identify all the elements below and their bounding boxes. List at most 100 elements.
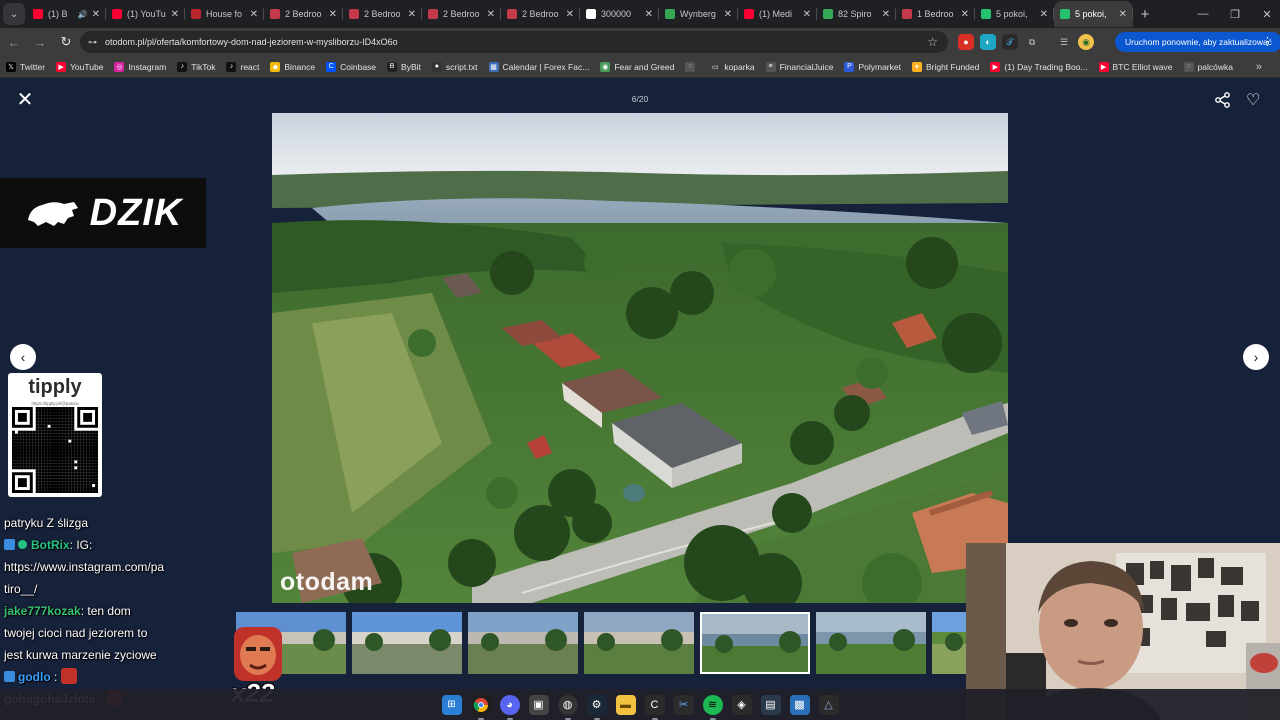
new-tab-button[interactable]: + bbox=[1133, 6, 1157, 23]
share-icon[interactable] bbox=[1214, 92, 1232, 108]
bookmark-item[interactable]: ▶ YouTube bbox=[56, 61, 103, 72]
file-explorer-icon[interactable]: ▬ bbox=[615, 694, 636, 715]
minimize-icon[interactable]: — bbox=[1187, 0, 1219, 28]
reading-list-icon[interactable]: ☰ bbox=[1056, 34, 1072, 50]
tab-close-icon[interactable]: ✕ bbox=[645, 9, 653, 20]
app-icon[interactable]: ◈ bbox=[731, 694, 752, 715]
bookmark-item[interactable]: ◌ palcówka bbox=[1183, 61, 1233, 72]
favorite-heart-icon[interactable]: ♡ bbox=[1246, 90, 1260, 110]
tab-close-icon[interactable]: ✕ bbox=[961, 9, 969, 20]
browser-tab[interactable]: 2 Bedroo ✕ bbox=[501, 1, 580, 27]
bookmark-item[interactable]: 𝕏 Twitter bbox=[6, 61, 45, 72]
bookmark-item[interactable]: P Polymarket bbox=[844, 61, 901, 72]
obs-icon[interactable]: ◍ bbox=[557, 694, 578, 720]
pen-icon[interactable]: △ bbox=[818, 694, 839, 715]
browser-tab[interactable]: Wynberg ✕ bbox=[659, 1, 738, 27]
tab-close-icon[interactable]: ✕ bbox=[171, 9, 179, 20]
bookmark-item[interactable]: ▭ koparka bbox=[710, 61, 755, 72]
profile-avatar[interactable]: ◉ bbox=[1078, 34, 1094, 50]
photos-icon[interactable]: ▩ bbox=[789, 694, 810, 715]
browser-tab[interactable]: 300000 ✕ bbox=[580, 1, 659, 27]
bookmark-item[interactable]: B ByBit bbox=[387, 61, 421, 72]
chat-username[interactable]: jake777kozak bbox=[4, 604, 81, 618]
browser-tab[interactable]: 2 Bedroo ✕ bbox=[264, 1, 343, 27]
bookmark-item[interactable]: ◆ Binance bbox=[270, 61, 315, 72]
bookmark-item[interactable]: ● script.txt bbox=[431, 61, 478, 72]
tab-search-button[interactable]: ⌄ bbox=[3, 3, 25, 25]
thumbnail-strip bbox=[236, 612, 966, 676]
tab-close-icon[interactable]: ✕ bbox=[487, 9, 495, 20]
thumbnail-2[interactable] bbox=[352, 612, 462, 674]
extension-trading-icon[interactable]: 𝒯 bbox=[1002, 34, 1018, 50]
bookmark-item[interactable]: ✦ Bright Funded bbox=[911, 61, 979, 72]
browser-tab[interactable]: 5 pokoi, ✕ bbox=[1054, 1, 1133, 27]
extension-blue-icon[interactable]: ◐ bbox=[980, 34, 996, 50]
windows-start-icon[interactable]: ⊞ bbox=[441, 694, 462, 715]
browser-tab[interactable]: (1) YouTu ✕ bbox=[106, 1, 185, 27]
bookmark-item[interactable]: C Coinbase bbox=[326, 61, 376, 72]
bookmark-item[interactable]: ◉ Fear and Greed bbox=[600, 61, 674, 72]
browser-tab[interactable]: 2 Bedroo ✕ bbox=[422, 1, 501, 27]
media-icon[interactable]: ▣ bbox=[528, 694, 549, 715]
bookmark-item[interactable]: ▶ (1) Day Trading Boo... bbox=[990, 61, 1088, 72]
tab-close-icon[interactable]: ✕ bbox=[1040, 9, 1048, 20]
thumbnail-7[interactable] bbox=[932, 612, 966, 674]
tab-close-icon[interactable]: ✕ bbox=[882, 9, 890, 20]
browser-tab[interactable]: (1) Medi ✕ bbox=[738, 1, 817, 27]
tab-close-icon[interactable]: ✕ bbox=[566, 9, 574, 20]
tab-close-icon[interactable]: ✕ bbox=[408, 9, 416, 20]
bookmarks-overflow-icon[interactable]: » bbox=[1256, 61, 1262, 73]
close-window-icon[interactable]: ✕ bbox=[1251, 0, 1280, 28]
close-gallery-icon[interactable]: ✕ bbox=[14, 90, 36, 112]
tab-close-icon[interactable]: ✕ bbox=[1119, 9, 1127, 20]
tab-audio-icon[interactable]: 🔊 bbox=[78, 10, 88, 19]
thumbnail-5[interactable] bbox=[700, 612, 810, 674]
url-text[interactable]: otodom.pl/pl/oferta/komfortowy-dom-nad-j… bbox=[105, 37, 398, 47]
bookmark-item[interactable]: ♪ TikTok bbox=[177, 61, 215, 72]
chat-username[interactable]: BotRix bbox=[31, 538, 70, 552]
discord-icon[interactable]: ◕ bbox=[499, 694, 520, 720]
chrome-icon[interactable] bbox=[470, 694, 491, 720]
thumbnail-6[interactable] bbox=[816, 612, 926, 674]
tab-close-icon[interactable]: ✕ bbox=[724, 9, 732, 20]
tab-close-icon[interactable]: ✕ bbox=[329, 9, 337, 20]
thumbnail-3[interactable] bbox=[468, 612, 578, 674]
browser-tab[interactable]: 2 Bedroo ✕ bbox=[343, 1, 422, 27]
tool-icon[interactable]: ✂ bbox=[673, 694, 694, 715]
reload-icon[interactable]: ↻ bbox=[54, 30, 78, 54]
bookmark-item[interactable]: ◎ Instagram bbox=[114, 61, 166, 72]
extension-red-icon[interactable]: ● bbox=[958, 34, 974, 50]
main-photo[interactable]: otodam bbox=[272, 113, 1008, 603]
menu-kebab-icon[interactable]: ⋮ bbox=[1262, 35, 1273, 48]
bookmark-star-icon[interactable]: ☆ bbox=[927, 35, 938, 49]
bookmark-item[interactable]: ▶ BTC Elliot wave bbox=[1098, 61, 1173, 72]
steam-icon[interactable]: ⚙ bbox=[586, 694, 607, 720]
tab-close-icon[interactable]: ✕ bbox=[250, 9, 258, 20]
qr-code-icon bbox=[12, 407, 98, 493]
browser-tab[interactable]: 82 Spiro ✕ bbox=[817, 1, 896, 27]
address-bar[interactable]: ⊶ otodom.pl/pl/oferta/komfortowy-dom-nad… bbox=[80, 31, 948, 53]
next-photo-button[interactable]: › bbox=[1243, 344, 1269, 370]
update-button[interactable]: Uruchom ponownie, aby zaktualizować bbox=[1115, 32, 1280, 52]
spotify-icon[interactable]: ≋ bbox=[702, 694, 723, 720]
browser-tab[interactable]: House fo ✕ bbox=[185, 1, 264, 27]
tab-close-icon[interactable]: ✕ bbox=[92, 9, 100, 20]
chat-username[interactable]: godlo bbox=[18, 670, 51, 684]
forward-icon[interactable]: → bbox=[28, 30, 52, 54]
bookmark-item[interactable]: ≡ FinancialJuice bbox=[765, 61, 833, 72]
thumbnail-4[interactable] bbox=[584, 612, 694, 674]
ccleaner-icon[interactable]: C bbox=[644, 694, 665, 720]
bookmark-item[interactable]: ♪ react bbox=[226, 61, 259, 72]
back-icon[interactable]: ← bbox=[2, 30, 26, 54]
bookmark-item[interactable]: ▦ Calendar | Forex Fac... bbox=[488, 61, 589, 72]
previous-photo-button[interactable]: ‹ bbox=[10, 344, 36, 370]
browser-tab[interactable]: 1 Bedroo ✕ bbox=[896, 1, 975, 27]
browser-tab[interactable]: (1) B 🔊 ✕ bbox=[27, 1, 106, 27]
extensions-puzzle-icon[interactable]: ⧉ bbox=[1024, 34, 1040, 50]
browser-tab[interactable]: 5 pokoi, ✕ bbox=[975, 1, 1054, 27]
site-info-icon[interactable]: ⊶ bbox=[88, 37, 97, 48]
restore-icon[interactable]: ❐ bbox=[1219, 0, 1251, 28]
bookmark-item[interactable]: ◌ bbox=[685, 61, 699, 72]
tab-close-icon[interactable]: ✕ bbox=[803, 9, 811, 20]
notepad-icon[interactable]: ▤ bbox=[760, 694, 781, 715]
